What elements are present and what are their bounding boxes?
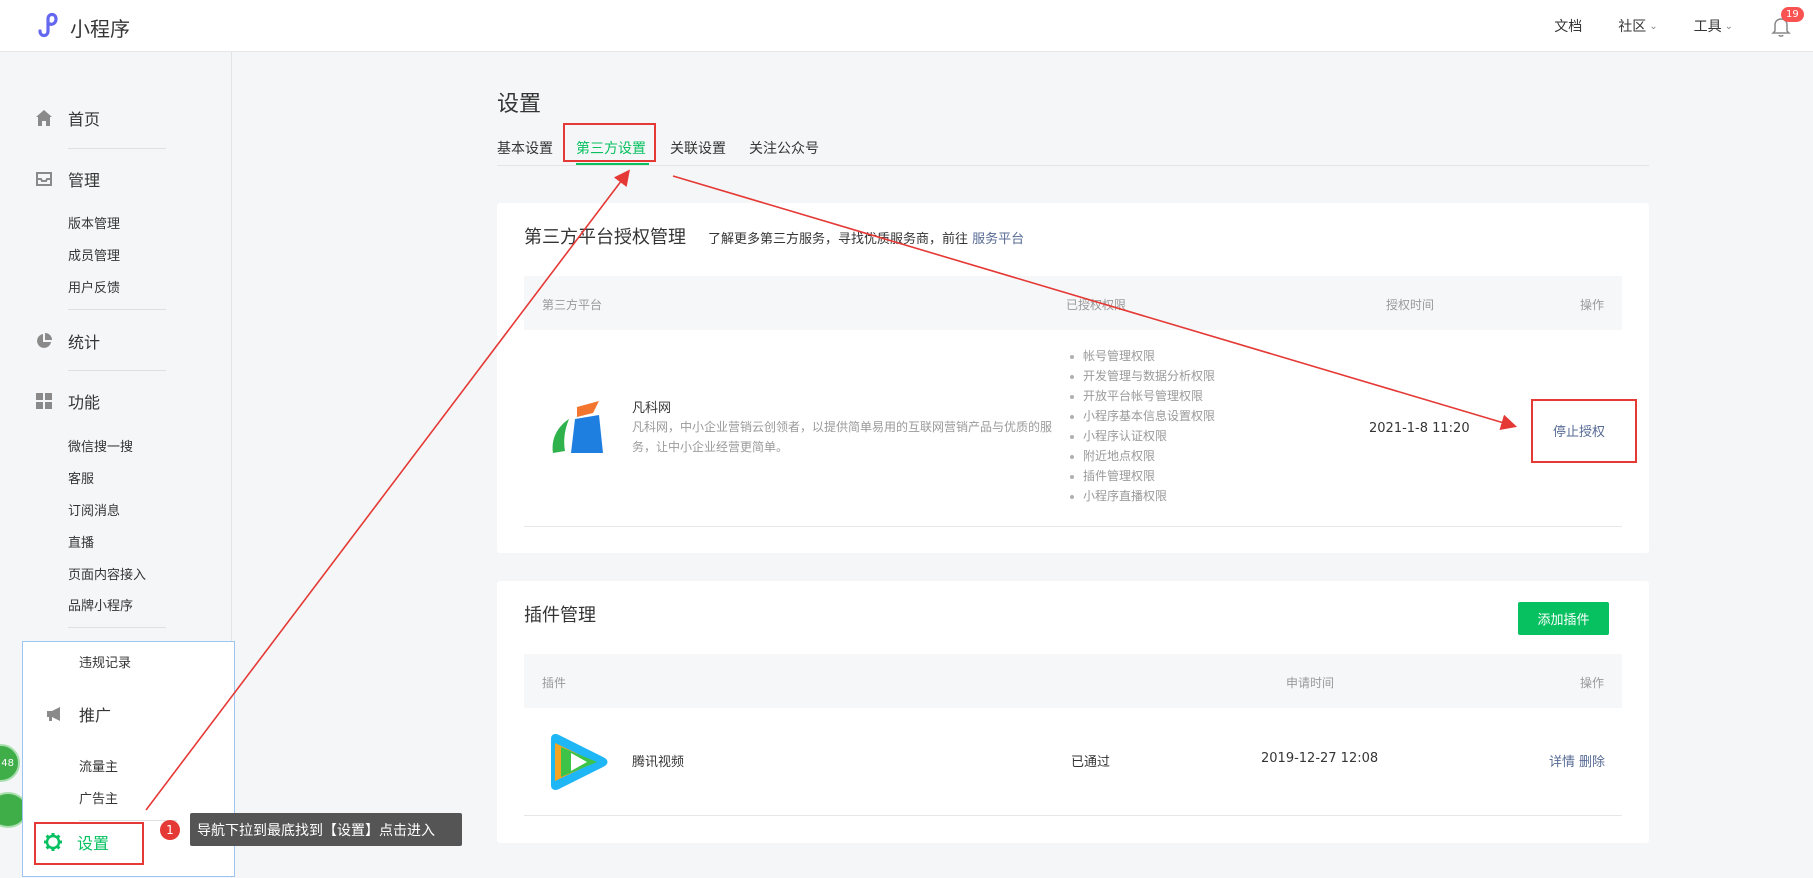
- service-platform-link[interactable]: 服务平台: [972, 232, 1024, 247]
- highlight-stop-auth-box: [1531, 399, 1637, 463]
- plugin-name: 腾讯视频: [632, 755, 685, 770]
- sidebar-item-subscription[interactable]: 订阅消息: [68, 500, 120, 519]
- sidebar-item-label: 首页: [68, 110, 101, 129]
- column-header: 申请时间: [1286, 676, 1335, 690]
- sidebar-item-label: 推广: [79, 706, 112, 725]
- community-link[interactable]: 社区 ⌄: [1618, 16, 1657, 36]
- app-desc: 凡科网，中小企业营销云创领者，以提供简单易用的互联网营销产品与优质的服务，让中小…: [632, 420, 1053, 454]
- sidebar-item-advertiser[interactable]: 广告主: [79, 788, 118, 807]
- sidebar-item-content-access[interactable]: 页面内容接入: [68, 564, 146, 583]
- list-item: 开放平台帐号管理权限: [1067, 386, 1215, 406]
- step-number: 1: [160, 820, 180, 840]
- divider: [68, 370, 166, 371]
- plugin-title: 插件管理: [524, 605, 596, 626]
- sidebar-item-traffic-owner[interactable]: 流量主: [79, 756, 118, 775]
- logo[interactable]: 小程序: [34, 11, 130, 43]
- chevron-down-icon: ⌄: [1724, 20, 1733, 32]
- docs-link-label: 文档: [1554, 19, 1583, 35]
- top-nav: 文档 社区 ⌄ 工具 ⌄ 19: [1554, 0, 1804, 52]
- plugin-detail-link[interactable]: 详情: [1549, 751, 1575, 770]
- plugin-table-header: 插件 申请时间 操作: [524, 654, 1622, 708]
- list-item: 小程序基本信息设置权限: [1067, 406, 1215, 426]
- megaphone-icon: [45, 704, 65, 724]
- third-party-desc: 了解更多第三方服务，寻找优质服务商，前往 服务平台: [708, 228, 1024, 247]
- app-name: 凡科网: [632, 401, 672, 416]
- list-item: 小程序认证权限: [1067, 426, 1215, 446]
- active-tab-indicator: [576, 163, 649, 165]
- add-plugin-button[interactable]: 添加插件: [1518, 602, 1609, 635]
- column-header: 第三方平台: [542, 298, 603, 312]
- sidebar-item-violations[interactable]: 违规记录: [79, 652, 131, 671]
- sidebar-item-wechat-search[interactable]: 微信搜一搜: [68, 436, 133, 455]
- home-icon: [34, 108, 54, 128]
- pie-chart-icon: [34, 331, 54, 351]
- plugin-status: 已通过: [1071, 755, 1111, 770]
- auth-time: 2021-1-8 11:20: [1369, 421, 1470, 436]
- sidebar-item-members[interactable]: 成员管理: [68, 245, 120, 264]
- divider: [524, 815, 1622, 816]
- column-header: 操作: [1580, 298, 1605, 312]
- tab-basic-settings[interactable]: 基本设置: [497, 138, 553, 158]
- column-header: 操作: [1580, 676, 1605, 690]
- third-party-table-header: 第三方平台 已授权权限 授权时间 操作: [524, 276, 1622, 330]
- top-bar: 小程序 文档 社区 ⌄ 工具 ⌄ 19: [0, 0, 1813, 52]
- sidebar-item-brand[interactable]: 品牌小程序: [68, 595, 133, 614]
- sidebar-item-versions[interactable]: 版本管理: [68, 213, 120, 232]
- sidebar-item-label: 管理: [68, 171, 101, 190]
- page-title: 设置: [497, 92, 542, 117]
- highlight-tab-box: [563, 123, 656, 162]
- logo-text: 小程序: [70, 16, 130, 41]
- list-item: 插件管理权限: [1067, 466, 1215, 486]
- tools-link-label: 工具: [1693, 19, 1722, 35]
- column-header: 插件: [542, 676, 567, 690]
- divider: [524, 526, 1622, 527]
- permission-list: 帐号管理权限 开发管理与数据分析权限 开放平台帐号管理权限 小程序基本信息设置权…: [1067, 346, 1215, 506]
- list-item: 开发管理与数据分析权限: [1067, 366, 1215, 386]
- sidebar-item-label: 功能: [68, 393, 101, 412]
- third-party-card: 第三方平台授权管理 了解更多第三方服务，寻找优质服务商，前往 服务平台 第三方平…: [497, 203, 1649, 553]
- highlight-settings-box: [34, 822, 144, 865]
- tab-related-settings[interactable]: 关联设置: [670, 138, 726, 158]
- sidebar-item-live[interactable]: 直播: [68, 532, 94, 551]
- third-party-desc-text: 了解更多第三方服务，寻找优质服务商，前往: [708, 232, 969, 247]
- plugin-delete-link[interactable]: 删除: [1579, 751, 1605, 770]
- sidebar-item-label: 统计: [68, 333, 101, 352]
- chevron-down-icon: ⌄: [1649, 20, 1658, 32]
- sidebar-item-feedback[interactable]: 用户反馈: [68, 277, 120, 296]
- fanke-logo-icon: [547, 399, 603, 461]
- column-header: 授权时间: [1386, 298, 1435, 312]
- divider: [68, 148, 166, 149]
- inbox-icon: [34, 169, 54, 189]
- list-item: 附近地点权限: [1067, 446, 1215, 466]
- tencent-video-logo-icon: [547, 733, 611, 795]
- community-link-label: 社区: [1618, 19, 1647, 35]
- third-party-title: 第三方平台授权管理: [524, 227, 686, 248]
- sidebar-item-home[interactable]: 首页: [34, 106, 100, 130]
- divider: [68, 309, 166, 310]
- plugin-time: 2019-12-27 12:08: [1261, 751, 1379, 766]
- sidebar-item-promote[interactable]: 推广: [45, 702, 111, 726]
- notification-badge: 19: [1781, 7, 1804, 22]
- list-item: 小程序直播权限: [1067, 486, 1215, 506]
- divider: [68, 627, 166, 628]
- sidebar-item-customer-service[interactable]: 客服: [68, 468, 94, 487]
- mini-program-logo-icon: [34, 11, 62, 43]
- sidebar-item-manage[interactable]: 管理: [34, 167, 100, 191]
- sidebar-item-stats[interactable]: 统计: [34, 329, 100, 353]
- column-header: 已授权权限: [1066, 298, 1127, 312]
- floating-badge-count: 48: [1, 757, 14, 769]
- instruction-tooltip: 导航下拉到最底找到【设置】点击进入: [190, 813, 462, 846]
- notification-button[interactable]: 19: [1769, 7, 1804, 38]
- settings-tabs: 基本设置 第三方设置 关联设置 关注公众号: [497, 126, 1649, 166]
- docs-link[interactable]: 文档: [1554, 16, 1582, 36]
- list-item: 帐号管理权限: [1067, 346, 1215, 366]
- sidebar-item-features[interactable]: 功能: [34, 389, 100, 413]
- plugin-card: 插件管理 添加插件 插件 申请时间 操作 腾讯视频 已通过 2019-12-27…: [497, 581, 1649, 843]
- tools-link[interactable]: 工具 ⌄: [1694, 16, 1733, 36]
- divider: [79, 820, 177, 821]
- tab-follow-official-account[interactable]: 关注公众号: [749, 138, 819, 158]
- grid-icon: [34, 391, 54, 411]
